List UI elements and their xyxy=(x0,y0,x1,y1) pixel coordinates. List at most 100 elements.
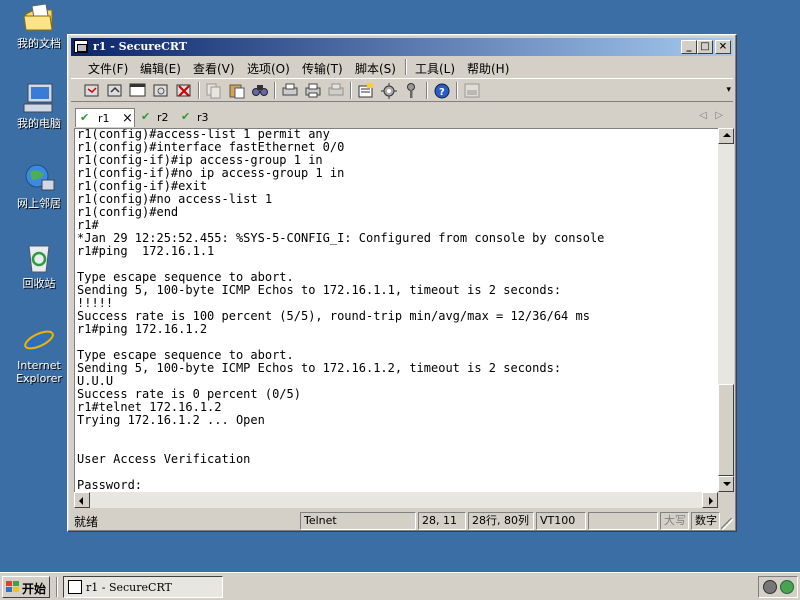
tray-network-icon[interactable] xyxy=(780,580,794,594)
vertical-scrollbar[interactable] xyxy=(718,128,734,492)
desktop-icon-label: 网上邻居 xyxy=(17,197,61,210)
terminal-line: Trying 172.16.1.2 ... Open xyxy=(77,413,265,427)
connected-check-icon: ✔ xyxy=(181,110,191,123)
print-setup-icon[interactable] xyxy=(281,82,299,99)
taskbar-separator xyxy=(56,577,58,597)
desktop-icon-label: 我的电脑 xyxy=(17,117,61,130)
copy-icon[interactable] xyxy=(205,82,223,99)
toolbar-separator xyxy=(274,82,276,99)
terminal-line: r1#ping 172.16.1.1 xyxy=(77,244,215,258)
connect-icon[interactable] xyxy=(83,82,101,99)
desktop-icon-label: 回收站 xyxy=(22,277,56,290)
tab-r2[interactable]: ✔ r2 xyxy=(139,108,177,127)
disconnect-icon[interactable] xyxy=(175,82,193,99)
menu-tools[interactable]: 工具(L) xyxy=(415,60,455,77)
start-label: 开始 xyxy=(22,582,47,596)
recycle-bin-icon xyxy=(22,242,56,274)
tab-close-icon[interactable]: × xyxy=(122,111,133,126)
status-terminal-size: 28行, 80列 xyxy=(468,512,534,530)
tab-next-icon[interactable]: ▷ xyxy=(715,110,723,121)
terminal-area[interactable]: r1(config)#access-list 1 permit any r1(co… xyxy=(74,128,718,492)
close-button[interactable]: × xyxy=(715,40,731,54)
scroll-left-button[interactable] xyxy=(74,492,90,508)
tab-label: r1 xyxy=(98,112,110,125)
connect-in-tab-icon[interactable] xyxy=(129,82,147,99)
securecrt-window: r1 - SecureCRT _ □ × 文件(F) 编辑(E) 查看(V) 选… xyxy=(67,34,737,532)
desktop-icon-label: Internet Explorer xyxy=(16,359,62,385)
session-options-icon[interactable] xyxy=(357,82,375,99)
menu-view[interactable]: 查看(V) xyxy=(193,60,235,77)
resize-grip[interactable] xyxy=(721,518,733,530)
desktop-icon-label: 我的文档 xyxy=(17,37,61,50)
tab-label: r2 xyxy=(157,111,169,124)
reconnect-icon[interactable] xyxy=(152,82,170,99)
svg-text:?: ? xyxy=(439,87,445,98)
menu-edit[interactable]: 编辑(E) xyxy=(140,60,181,77)
menu-transfer[interactable]: 传输(T) xyxy=(302,60,343,77)
print-icon[interactable] xyxy=(327,82,345,99)
tab-prev-icon[interactable]: ◁ xyxy=(699,110,707,121)
menu-file[interactable]: 文件(F) xyxy=(88,60,128,77)
connected-check-icon: ✔ xyxy=(80,111,90,124)
terminal-line: Sending 5, 100-byte ICMP Echos to 172.16… xyxy=(77,283,562,297)
status-caps-lock: 大写 xyxy=(660,512,689,530)
global-options-icon[interactable] xyxy=(380,82,398,99)
desktop-icon-network[interactable]: 网上邻居 xyxy=(8,162,70,210)
terminal-line: Password: xyxy=(77,478,143,492)
desktop-icon-my-computer[interactable]: 我的电脑 xyxy=(8,82,70,130)
toolbar-overflow-icon[interactable]: ▾ xyxy=(726,85,731,95)
find-icon[interactable] xyxy=(251,82,269,99)
toolbar-separator xyxy=(198,82,200,99)
toolbar-separator xyxy=(426,82,428,99)
scroll-down-button[interactable] xyxy=(718,476,734,492)
toolbar-separator xyxy=(456,82,458,99)
status-terminal-type: VT100 xyxy=(536,512,586,530)
status-bar: 就绪 Telnet 28, 11 28行, 80列 VT100 大写 数字 xyxy=(71,512,733,530)
menu-help[interactable]: 帮助(H) xyxy=(467,60,509,77)
computer-icon xyxy=(22,82,56,114)
menu-options[interactable]: 选项(O) xyxy=(247,60,290,77)
securecrt-app-icon xyxy=(74,40,88,53)
terminal-line: User Access Verification xyxy=(77,452,251,466)
connected-check-icon: ✔ xyxy=(141,110,151,123)
title-bar[interactable]: r1 - SecureCRT _ □ × xyxy=(71,38,733,56)
internet-explorer-icon: e xyxy=(22,324,56,360)
taskbar-item-securecrt[interactable]: r1 - SecureCRT xyxy=(63,576,223,598)
help-icon[interactable]: ? xyxy=(433,82,451,99)
desktop-icon-internet-explorer[interactable]: e Internet Explorer xyxy=(8,324,70,385)
desktop-icon-recycle-bin[interactable]: 回收站 xyxy=(8,242,70,290)
keymap-icon[interactable] xyxy=(403,82,421,99)
maximize-button[interactable]: □ xyxy=(697,40,713,54)
menu-script[interactable]: 脚本(S) xyxy=(355,60,396,77)
folder-documents-icon xyxy=(22,2,56,34)
window-title: r1 - SecureCRT xyxy=(93,40,187,53)
scroll-thumb[interactable] xyxy=(718,384,734,476)
horizontal-scrollbar[interactable] xyxy=(74,492,718,508)
scroll-right-button[interactable] xyxy=(702,492,718,508)
terminal-line: r1(config)#end xyxy=(77,205,179,219)
desktop-icon-my-documents[interactable]: 我的文档 xyxy=(8,2,70,50)
tab-r1[interactable]: ✔ r1 × xyxy=(75,108,135,127)
menu-bar: 文件(F) 编辑(E) 查看(V) 选项(O) 传输(T) 脚本(S) 工具(L… xyxy=(71,57,733,77)
tray-volume-icon[interactable] xyxy=(763,580,777,594)
status-ready: 就绪 xyxy=(74,515,99,529)
minimize-button[interactable]: _ xyxy=(681,40,697,54)
svg-text:e: e xyxy=(28,325,46,356)
chat-window-icon[interactable] xyxy=(463,82,481,99)
scroll-up-button[interactable] xyxy=(718,128,734,144)
tab-r3[interactable]: ✔ r3 xyxy=(179,108,217,127)
terminal-line: r1#ping 172.16.1.2 xyxy=(77,322,208,336)
securecrt-app-icon xyxy=(68,580,82,594)
taskbar-item-label: r1 - SecureCRT xyxy=(86,581,172,594)
session-tabs: ✔ r1 × ✔ r2 ✔ r3 ◁ ▷ xyxy=(71,106,733,128)
toolbar: ? ▾ xyxy=(71,78,733,102)
quick-connect-icon[interactable] xyxy=(106,82,124,99)
paste-icon[interactable] xyxy=(228,82,246,99)
taskbar: 开始 r1 - SecureCRT xyxy=(0,572,800,600)
print-selection-icon[interactable] xyxy=(304,82,322,99)
network-icon xyxy=(22,162,56,194)
start-button[interactable]: 开始 xyxy=(2,576,50,598)
status-cursor-position: 28, 11 xyxy=(418,512,466,530)
status-num-lock: 数字 xyxy=(691,512,720,530)
